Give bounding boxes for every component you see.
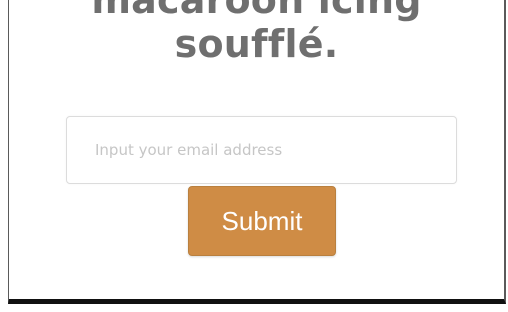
submit-button[interactable]: Submit (188, 186, 336, 256)
heading-line-2: soufflé. (174, 22, 339, 66)
page-frame: macaroon icing soufflé. Submit (8, 0, 506, 304)
heading-line-1: macaroon icing (91, 0, 422, 22)
email-input[interactable] (66, 116, 457, 184)
